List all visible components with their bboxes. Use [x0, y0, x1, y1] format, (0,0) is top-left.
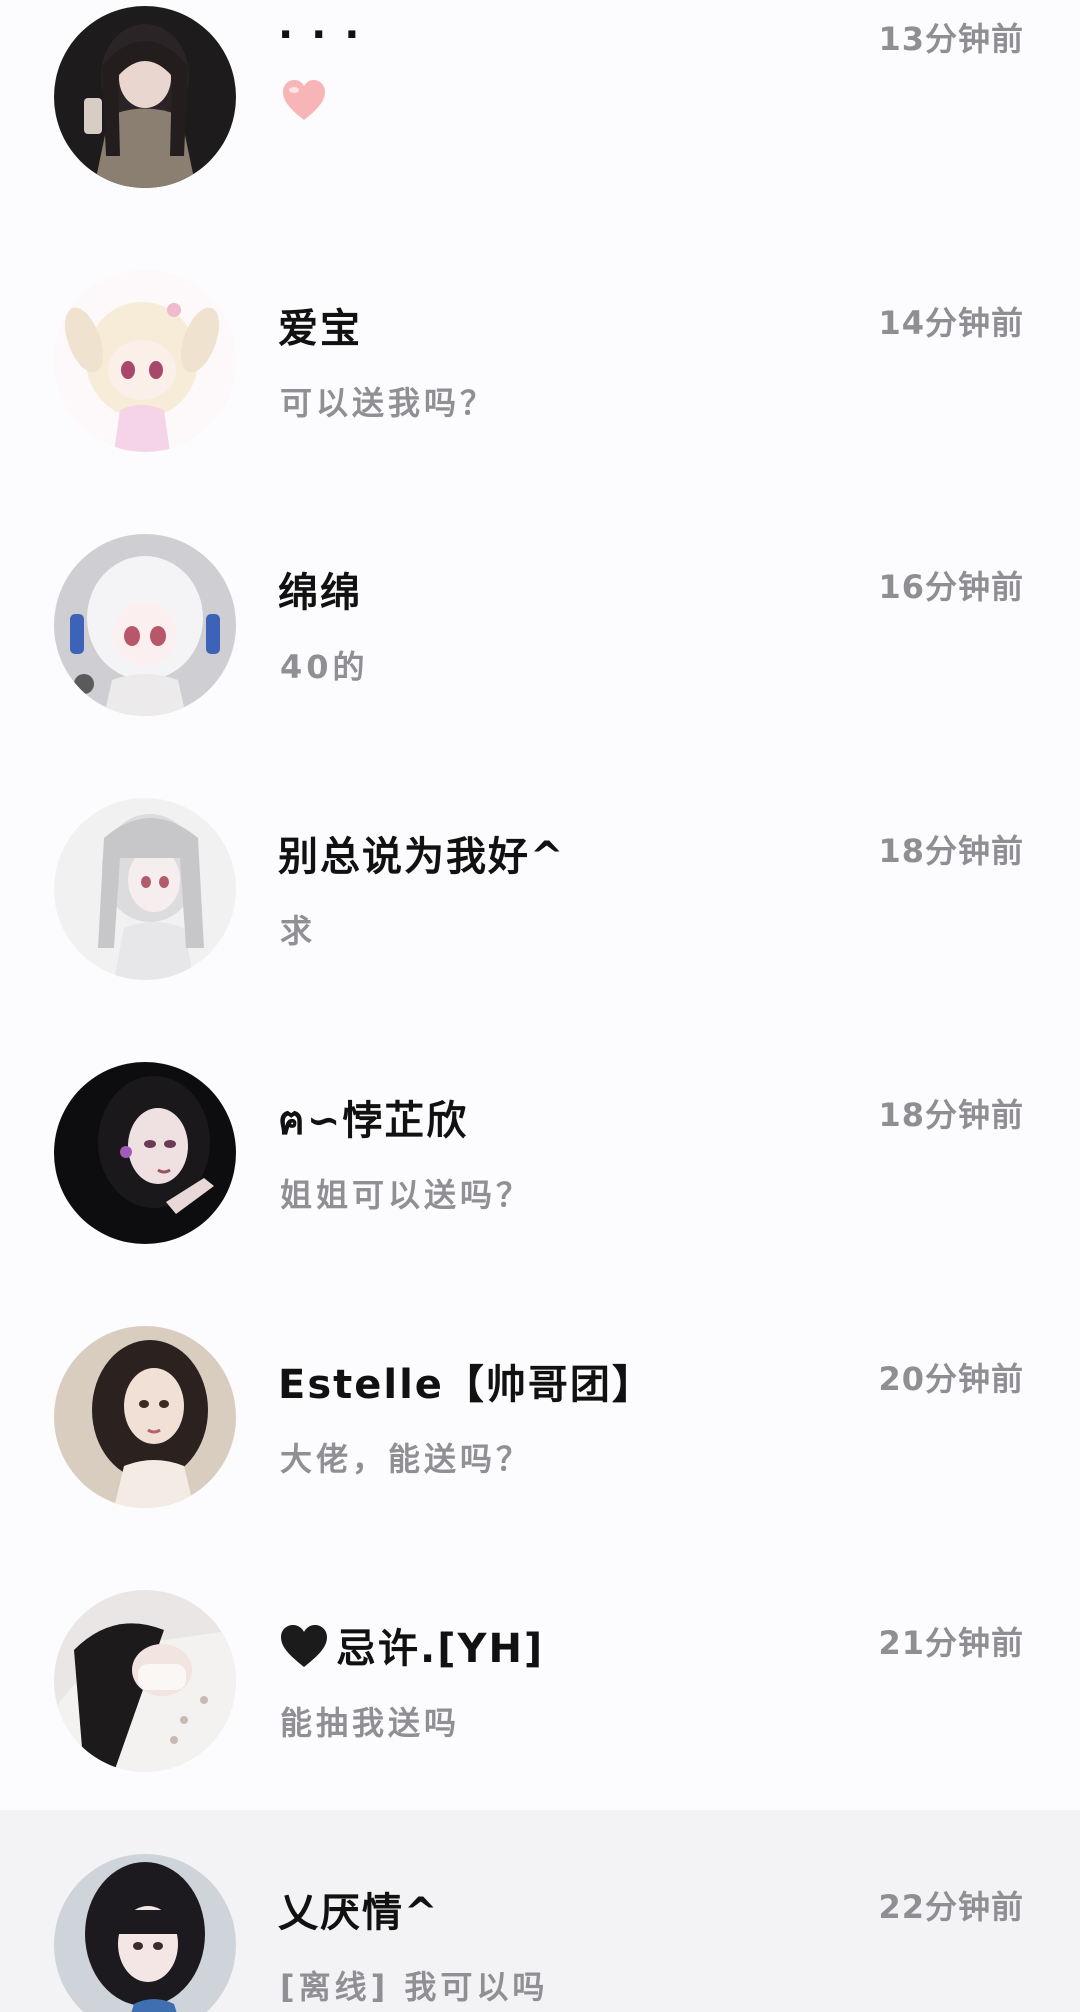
conversation-row[interactable]: Estelle【帅哥团】 20分钟前 大佬，能送吗？: [0, 1282, 1080, 1546]
message-preview: [离线] 我可以吗: [280, 1968, 549, 2006]
contact-name: 绵绵: [278, 570, 362, 616]
message-preview: 大佬，能送吗？: [280, 1440, 533, 1478]
message-preview: 40的: [280, 648, 369, 686]
timestamp: 21分钟前: [878, 1624, 1024, 1662]
contact-name: ฅ∽悖芷欣: [278, 1098, 469, 1144]
message-preview: 可以送我吗？: [280, 384, 497, 422]
conversation-row[interactable]: 别总说为我好^ 18分钟前 求: [0, 754, 1080, 1018]
conversation-row[interactable]: 爱宝 14分钟前 可以送我吗？: [0, 226, 1080, 490]
contact-name: 别总说为我好^: [278, 834, 566, 880]
conversation-list: · · · 13分钟前 爱宝 14分钟前 可以送我吗？ 绵绵 16分钟前 40的…: [0, 0, 1080, 2012]
timestamp: 14分钟前: [878, 304, 1024, 342]
timestamp: 18分钟前: [878, 832, 1024, 870]
avatar[interactable]: [54, 1590, 236, 1772]
timestamp: 20分钟前: [878, 1360, 1024, 1398]
timestamp: 22分钟前: [878, 1888, 1024, 1926]
contact-name: 忌许.[YH]: [278, 1616, 544, 1674]
avatar[interactable]: [54, 6, 236, 188]
black-heart-icon: [278, 1622, 330, 1670]
avatar[interactable]: [54, 534, 236, 716]
avatar[interactable]: [54, 1854, 236, 2012]
conversation-row-highlighted[interactable]: 乂厌情^ 22分钟前 [离线] 我可以吗: [0, 1810, 1080, 2012]
message-preview: 求: [280, 912, 317, 950]
contact-name-text: 忌许.[YH]: [336, 1626, 545, 1672]
timestamp: 16分钟前: [878, 568, 1024, 606]
contact-name: · · ·: [278, 12, 362, 58]
message-preview: 姐姐可以送吗？: [280, 1176, 533, 1214]
contact-name: Estelle【帅哥团】: [278, 1362, 654, 1408]
conversation-row[interactable]: 忌许.[YH] 21分钟前 能抽我送吗: [0, 1546, 1080, 1810]
contact-name: 乂厌情^: [278, 1890, 440, 1936]
avatar[interactable]: [54, 798, 236, 980]
contact-name: 爱宝: [278, 306, 362, 352]
message-preview: 能抽我送吗: [280, 1704, 461, 1742]
timestamp: 18分钟前: [878, 1096, 1024, 1134]
avatar[interactable]: [54, 270, 236, 452]
conversation-row[interactable]: ฅ∽悖芷欣 18分钟前 姐姐可以送吗？: [0, 1018, 1080, 1282]
avatar[interactable]: [54, 1062, 236, 1244]
avatar[interactable]: [54, 1326, 236, 1508]
conversation-row[interactable]: · · · 13分钟前: [0, 0, 1080, 226]
timestamp: 13分钟前: [878, 20, 1024, 58]
conversation-row[interactable]: 绵绵 16分钟前 40的: [0, 490, 1080, 754]
pink-heart-icon: [280, 77, 328, 125]
